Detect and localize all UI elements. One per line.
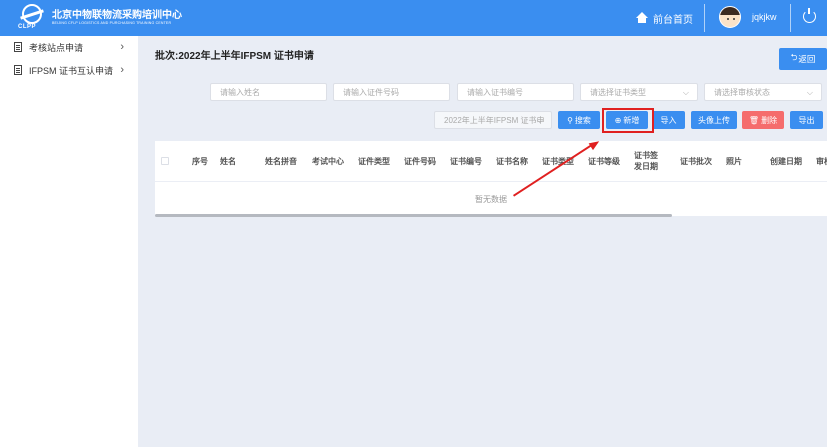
page-title: 批次:2022年上半年IFPSM 证书申请: [155, 51, 314, 62]
status-select[interactable]: 请选择审核状态 ⌵: [704, 83, 822, 101]
col-header: 证书编号: [450, 156, 482, 166]
batch-value: 2022年上半年IFPSM 证书申: [444, 115, 545, 125]
back-label: 返回: [798, 54, 816, 64]
logo-title: 北京中物联物流采购培训中心: [52, 10, 182, 21]
name-input[interactable]: 请输入姓名: [210, 83, 327, 101]
name-placeholder: 请输入姓名: [220, 87, 260, 97]
col-header: 姓名拼音: [265, 156, 297, 166]
header-divider: [704, 4, 705, 32]
select-all-checkbox[interactable]: [161, 157, 169, 165]
sidebar-item-site-apply[interactable]: 考核站点申请 ›: [0, 36, 138, 58]
export-button[interactable]: 导出: [790, 111, 823, 129]
avatar-eye: [727, 18, 729, 20]
col-header: 创建日期: [770, 156, 802, 166]
avatar-hair: [720, 7, 740, 15]
col-header: 证件类型: [358, 156, 390, 166]
cert-number-input[interactable]: 请输入证书编号: [457, 83, 574, 101]
home-icon: [636, 12, 648, 24]
col-header: 考试中心: [312, 156, 344, 166]
chevron-right-icon: ›: [120, 41, 124, 53]
header-divider: [790, 4, 791, 32]
sidebar: 考核站点申请 › IFPSM 证书互认申请 ›: [0, 36, 138, 447]
chevron-down-icon: ⌵: [682, 88, 689, 97]
col-header: 证件号码: [404, 156, 436, 166]
id-number-input[interactable]: 请输入证件号码: [333, 83, 450, 101]
chevron-down-icon: ⌵: [806, 88, 813, 97]
delete-label: 删除: [761, 115, 778, 125]
col-header: 序号: [192, 156, 208, 166]
cert-type-select[interactable]: 请选择证书类型 ⌵: [580, 83, 698, 101]
import-button[interactable]: 导入: [652, 111, 685, 129]
cert-number-placeholder: 请输入证书编号: [467, 87, 523, 97]
export-label: 导出: [798, 115, 815, 125]
power-icon[interactable]: [803, 8, 816, 23]
col-header: 证书批次: [680, 156, 712, 166]
globe-icon: [22, 4, 42, 24]
search-button[interactable]: ⚲ 搜索: [558, 111, 600, 129]
batch-select[interactable]: 2022年上半年IFPSM 证书申 ⌵: [434, 111, 552, 129]
top-header: CLPP 北京中物联物流采购培训中心 BEIJING CFLP LOGISTIC…: [0, 0, 827, 36]
highlight-box: [602, 108, 654, 133]
document-icon: [14, 65, 22, 75]
col-header: 证书类型: [542, 156, 574, 166]
home-link[interactable]: 前台首页: [636, 10, 693, 26]
status-placeholder: 请选择审核状态: [714, 87, 770, 97]
logo-subtitle: BEIJING CFLP LOGISTICS AND PURCHASING TR…: [52, 21, 172, 25]
document-icon: [14, 42, 22, 52]
avatar[interactable]: [719, 6, 741, 28]
photo-upload-label: 头像上传: [698, 115, 730, 125]
avatar-eye: [733, 18, 735, 20]
chevron-right-icon: ›: [120, 64, 124, 76]
col-header: 审核: [816, 156, 827, 166]
trash-icon: 🗑: [748, 115, 760, 125]
sidebar-item-ifpsm-apply[interactable]: IFPSM 证书互认申请 ›: [0, 59, 138, 81]
id-number-placeholder: 请输入证件号码: [343, 87, 399, 97]
horizontal-scrollbar[interactable]: [155, 214, 672, 217]
delete-button[interactable]: 🗑 删除: [742, 111, 784, 129]
import-label: 导入: [660, 115, 677, 125]
back-button[interactable]: ⮌ 返回: [779, 48, 827, 70]
username[interactable]: jqkjkw: [752, 12, 777, 22]
search-icon: ⚲: [567, 115, 573, 125]
logo-abbr: CLPP: [18, 24, 37, 30]
col-header: 姓名: [220, 156, 236, 166]
search-label: 搜索: [574, 115, 591, 125]
logo[interactable]: CLPP 北京中物联物流采购培训中心 BEIJING CFLP LOGISTIC…: [18, 4, 182, 32]
back-icon: ⮌: [790, 52, 798, 62]
col-header: 证书名称: [496, 156, 528, 166]
home-label: 前台首页: [653, 14, 693, 26]
col-header: 证书签发日期: [634, 151, 658, 171]
logo-mark: CLPP: [18, 4, 48, 32]
col-header: 照片: [726, 156, 742, 166]
sidebar-item-label: 考核站点申请: [29, 42, 84, 53]
photo-upload-button[interactable]: 头像上传: [691, 111, 737, 129]
header-divider-line: [155, 181, 827, 182]
sidebar-item-label: IFPSM 证书互认申请: [29, 65, 114, 76]
empty-text: 暂无数据: [475, 195, 507, 204]
data-table: 序号 姓名 姓名拼音 考试中心 证件类型 证件号码 证书编号 证书名称 证书类型…: [155, 141, 827, 217]
chevron-down-icon: ⌵: [536, 116, 543, 125]
cert-type-placeholder: 请选择证书类型: [590, 87, 646, 97]
